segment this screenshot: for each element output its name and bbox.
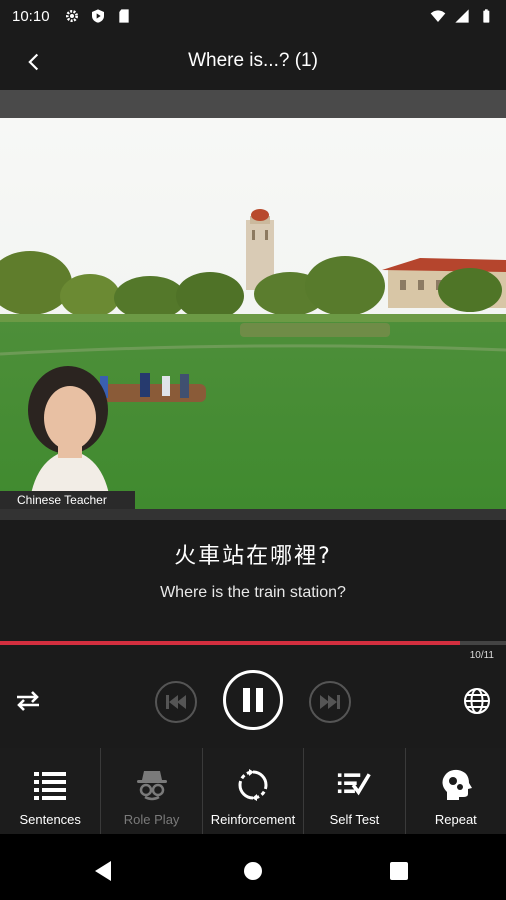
tab-repeat[interactable]: Repeat <box>406 748 506 834</box>
tab-label: Reinforcement <box>210 812 296 827</box>
recents-square-icon <box>390 862 408 880</box>
app-bar: Where is...? (1) <box>0 32 506 90</box>
shield-play-icon <box>91 9 104 23</box>
english-translation: Where is the train station? <box>160 584 346 601</box>
tab-label: Self Test <box>329 812 380 827</box>
previous-sentence-button[interactable] <box>155 681 197 723</box>
language-button[interactable] <box>460 685 494 717</box>
cycle-icon <box>238 769 268 801</box>
tab-label: Role Play <box>123 812 180 827</box>
playback-controls <box>0 645 506 748</box>
battery-icon <box>483 9 490 23</box>
repeat-toggle-button[interactable] <box>10 685 46 717</box>
spy-icon <box>136 771 167 801</box>
status-time: 10:10 <box>12 7 50 25</box>
status-bar: 10:10 <box>0 0 506 32</box>
settings-gear-icon <box>65 10 78 22</box>
head-gears-icon <box>442 769 472 800</box>
back-triangle-icon <box>95 861 111 881</box>
home-circle-icon <box>244 862 262 880</box>
checklist-icon <box>338 773 372 796</box>
tab-label: Repeat <box>434 812 477 827</box>
pause-button[interactable] <box>223 670 283 730</box>
signal-icon <box>455 9 469 23</box>
page-title: Where is...? (1) <box>188 50 318 71</box>
tab-self-test[interactable]: Self Test <box>304 748 406 834</box>
video-top-strip <box>0 90 506 118</box>
sentence-panel: 火車站在哪裡? Where is the train station? <box>0 520 506 642</box>
skip-previous-icon <box>166 695 186 709</box>
next-sentence-button[interactable] <box>309 681 351 723</box>
chinese-sentence: 火車站在哪裡? <box>174 544 332 569</box>
back-arrow-icon <box>28 53 39 71</box>
nav-recents-button[interactable] <box>384 856 414 886</box>
nav-back-button[interactable] <box>88 856 118 886</box>
repeat-icon <box>17 691 39 711</box>
pause-icon <box>243 688 263 712</box>
wifi-icon <box>430 10 446 22</box>
skip-next-icon <box>320 695 340 709</box>
tab-reinforcement[interactable]: Reinforcement <box>203 748 305 834</box>
system-navigation-bar <box>0 834 506 900</box>
video-bottom-strip <box>0 509 506 520</box>
progress-fill <box>0 641 461 645</box>
sd-card-icon <box>118 9 129 23</box>
back-button[interactable] <box>18 46 50 78</box>
speaker-label: Chinese Teacher <box>0 491 135 509</box>
campus-scene-image <box>0 118 506 520</box>
lesson-video[interactable] <box>0 118 506 520</box>
sentence-progress-bar[interactable] <box>0 641 506 645</box>
globe-icon <box>464 688 490 714</box>
mode-tab-bar: Sentences Role Play Reinforcement Self T… <box>0 748 506 834</box>
tab-sentences[interactable]: Sentences <box>0 748 102 834</box>
list-icon <box>34 772 67 800</box>
tab-label: Sentences <box>19 812 81 827</box>
tab-role-play[interactable]: Role Play <box>101 748 203 834</box>
sentence-counter: 10/11 <box>469 650 494 661</box>
nav-home-button[interactable] <box>238 856 268 886</box>
